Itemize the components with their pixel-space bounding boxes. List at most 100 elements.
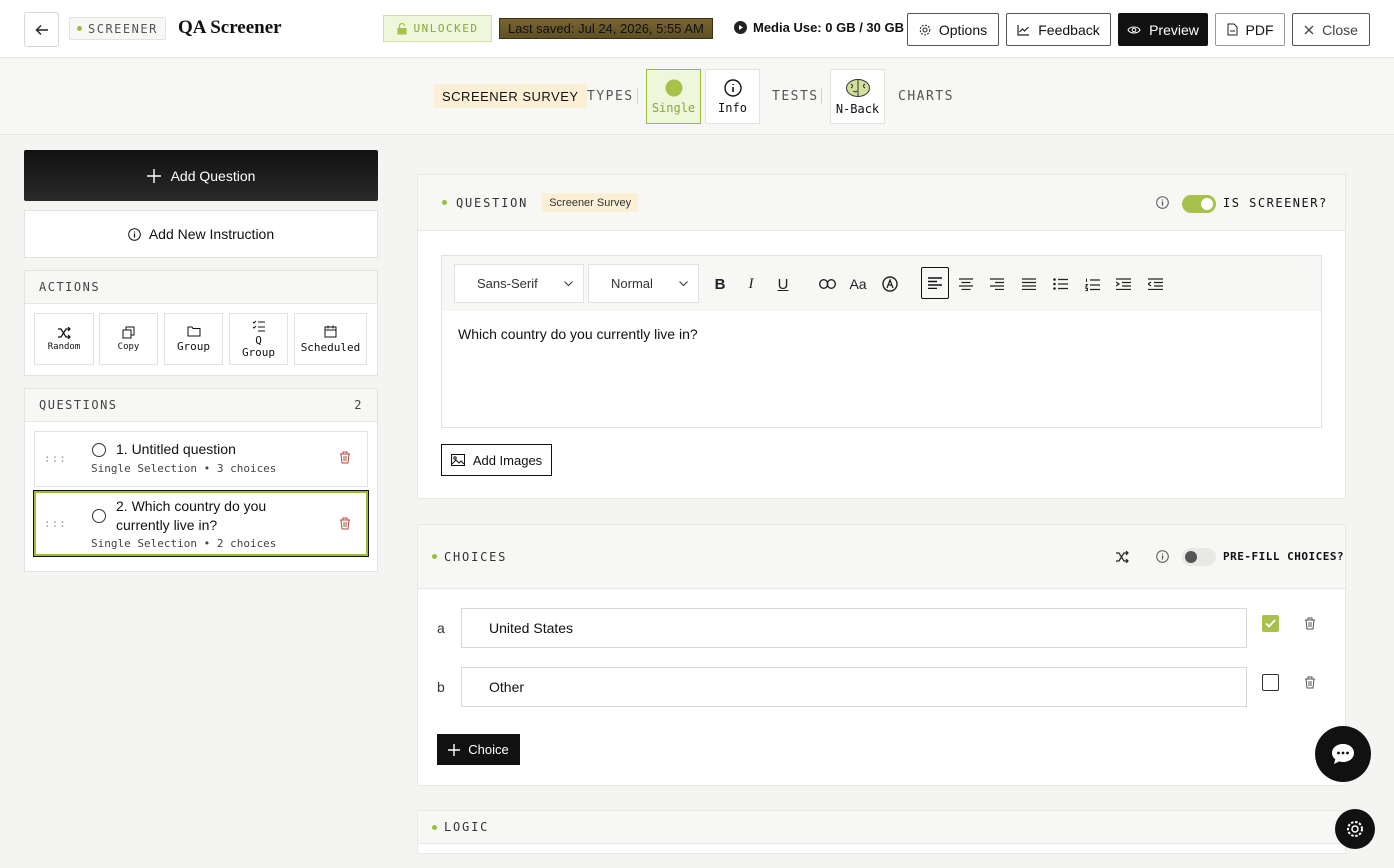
chat-bubble-icon — [1330, 742, 1356, 766]
add-choice-label: Choice — [468, 742, 509, 757]
pdf-button[interactable]: PDF — [1215, 13, 1285, 46]
trash-icon[interactable] — [1304, 676, 1316, 689]
underline-icon[interactable]: U — [771, 272, 795, 296]
indent-icon[interactable] — [1111, 272, 1135, 296]
settings-button[interactable] — [1335, 809, 1375, 849]
question-list-item[interactable]: ::: 1. Untitled question Single Selectio… — [34, 431, 368, 487]
choice-checkbox-checked[interactable] — [1262, 615, 1279, 632]
radio-icon — [92, 443, 106, 457]
questions-title: QUESTIONS — [39, 398, 118, 412]
align-center-icon[interactable] — [954, 272, 978, 296]
choice-input[interactable]: Other — [461, 667, 1247, 707]
options-label: Options — [938, 21, 988, 38]
tab-info[interactable]: Info — [705, 69, 760, 124]
screener-survey-badge: Screener Survey — [542, 193, 639, 212]
chat-button[interactable] — [1315, 726, 1371, 782]
action-copy-button[interactable]: Copy — [99, 313, 158, 365]
brain-icon — [845, 78, 871, 98]
choice-input[interactable]: United States — [461, 608, 1247, 648]
media-use-text: Media Use: 0 GB / 30 GB — [753, 20, 904, 35]
back-button[interactable] — [24, 12, 59, 47]
status-dot-icon — [77, 26, 82, 31]
action-group-button[interactable]: Group — [164, 313, 223, 365]
tab-screener-survey[interactable]: SCREENER SURVEY — [434, 84, 587, 108]
screener-tag-label: SCREENER — [88, 21, 158, 36]
choice-checkbox[interactable] — [1262, 674, 1279, 691]
choice-text: United States — [489, 620, 574, 636]
section-dot-icon — [442, 200, 447, 205]
tab-charts[interactable]: CHARTS — [898, 89, 954, 104]
copy-icon — [122, 326, 135, 339]
logic-section-label: LOGIC — [444, 820, 490, 834]
drag-handle-icon[interactable]: ::: — [44, 517, 67, 530]
bold-icon[interactable]: B — [708, 272, 732, 296]
font-size-icon[interactable]: Aa — [846, 272, 870, 296]
action-random-button[interactable]: Random — [34, 313, 94, 365]
eye-icon — [1127, 25, 1141, 35]
question-item-subtitle: Single Selection • 3 choices — [91, 462, 277, 475]
action-group-label: Group — [176, 340, 211, 353]
gear-icon — [1346, 820, 1364, 838]
filled-circle-icon — [665, 79, 683, 97]
trash-icon[interactable] — [1304, 617, 1316, 630]
info-icon[interactable] — [1156, 550, 1169, 563]
question-list-item-selected[interactable]: ::: 2. Which country do you currently li… — [33, 490, 369, 557]
questions-count: 2 — [354, 398, 363, 412]
action-q-group-button[interactable]: Q Group — [229, 313, 288, 365]
shuffle-icon — [57, 326, 71, 339]
action-scheduled-label: Scheduled — [300, 340, 361, 354]
trash-icon[interactable] — [339, 517, 351, 530]
is-screener-label: IS SCREENER? — [1223, 196, 1328, 210]
editor-toolbar: Sans-Serif Normal B I U Aa — [442, 256, 1321, 311]
rich-text-editor[interactable]: Sans-Serif Normal B I U Aa Which country… — [441, 255, 1322, 428]
font-size-select[interactable]: Normal — [588, 264, 699, 303]
action-scheduled-button[interactable]: Scheduled — [294, 313, 367, 365]
align-justify-icon[interactable] — [1017, 272, 1041, 296]
tab-nback[interactable]: N-Back — [830, 69, 885, 124]
align-right-icon[interactable] — [985, 272, 1009, 296]
shuffle-icon[interactable] — [1115, 551, 1129, 563]
add-question-button[interactable]: Add Question — [24, 150, 378, 201]
trash-icon[interactable] — [339, 451, 351, 464]
tab-single[interactable]: Single — [646, 69, 701, 124]
question-section-label: QUESTION — [456, 195, 529, 210]
add-instruction-button[interactable]: Add New Instruction — [24, 210, 378, 258]
italic-icon[interactable]: I — [739, 272, 763, 296]
checklist-icon — [252, 320, 266, 332]
action-copy-label: Copy — [117, 342, 140, 352]
arrow-left-icon — [35, 23, 49, 37]
tab-tests[interactable]: TESTS — [772, 89, 819, 104]
file-pdf-icon — [1227, 23, 1238, 36]
link-icon[interactable] — [815, 272, 839, 296]
plus-icon — [448, 743, 461, 756]
align-left-icon[interactable] — [921, 267, 949, 299]
color-icon[interactable] — [878, 272, 902, 296]
feedback-button[interactable]: Feedback — [1006, 13, 1111, 46]
section-dot-icon — [432, 554, 437, 559]
add-choice-button[interactable]: Choice — [437, 734, 520, 765]
font-family-select[interactable]: Sans-Serif — [454, 264, 584, 303]
page-title: QA Screener — [178, 17, 282, 38]
add-images-button[interactable]: Add Images — [441, 444, 552, 476]
info-icon[interactable] — [1156, 196, 1169, 209]
bullet-list-icon[interactable] — [1048, 272, 1072, 296]
radio-icon — [92, 509, 106, 523]
options-button[interactable]: Options — [907, 13, 999, 46]
actions-header: ACTIONS — [25, 271, 377, 304]
is-screener-toggle[interactable] — [1182, 195, 1216, 213]
close-label: Close — [1322, 21, 1358, 38]
question-text[interactable]: Which country do you currently live in? — [458, 326, 698, 342]
play-circle-icon — [734, 21, 747, 34]
choice-letter: a — [437, 620, 445, 636]
prefill-choices-toggle[interactable] — [1182, 548, 1216, 566]
tab-types[interactable]: TYPES — [587, 89, 634, 104]
lock-status-badge[interactable]: UNLOCKED — [383, 15, 492, 42]
preview-button[interactable]: Preview — [1118, 13, 1208, 46]
screener-tag: SCREENER — [69, 17, 166, 40]
close-button[interactable]: Close — [1292, 13, 1370, 46]
outdent-icon[interactable] — [1143, 272, 1167, 296]
drag-handle-icon[interactable]: ::: — [44, 452, 67, 465]
tab-nback-label: N-Back — [835, 101, 880, 116]
chevron-down-icon — [564, 281, 573, 287]
numbered-list-icon[interactable] — [1080, 272, 1104, 296]
